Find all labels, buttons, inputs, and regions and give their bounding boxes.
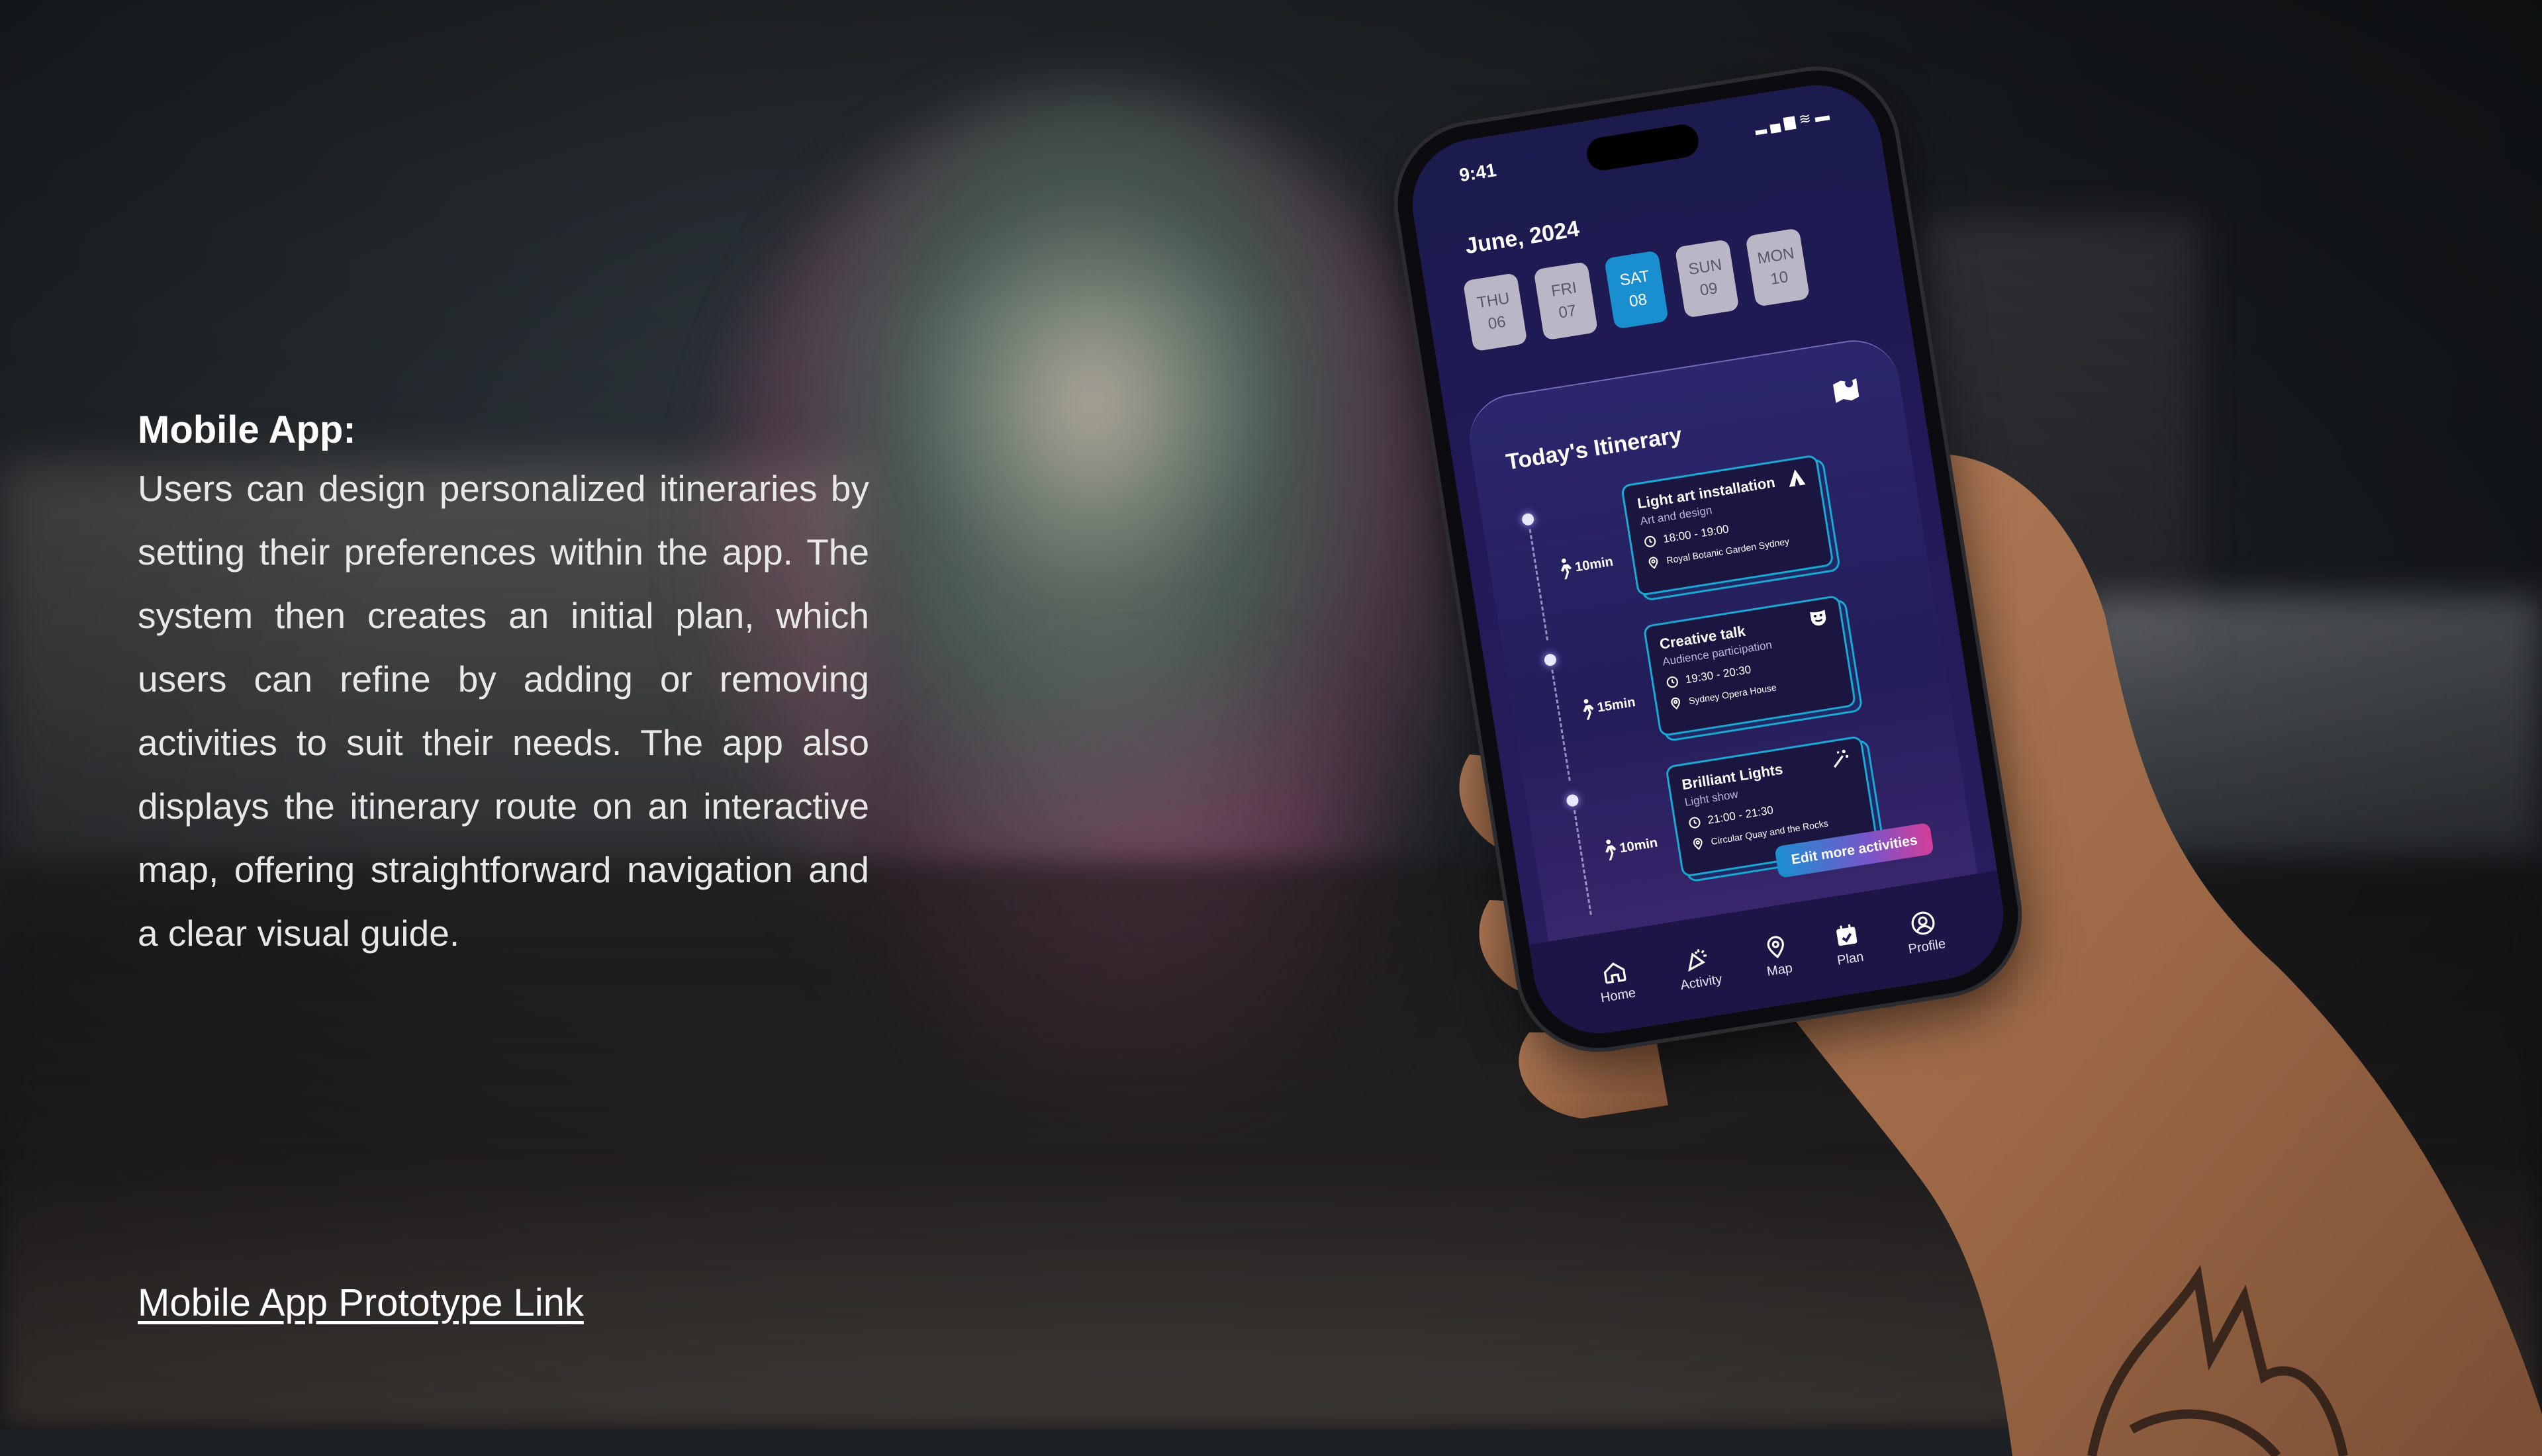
status-time: 9:41 bbox=[1458, 159, 1498, 186]
tab-profile[interactable]: Profile bbox=[1903, 907, 1947, 957]
description-block: Mobile App: Users can design personalize… bbox=[138, 404, 869, 965]
location-pin-icon bbox=[1693, 838, 1703, 850]
walk-duration: 10min bbox=[1599, 831, 1659, 862]
timeline-dash bbox=[1529, 529, 1549, 641]
location-pin-icon bbox=[1671, 697, 1680, 709]
day-sun[interactable]: SUN 09 bbox=[1674, 239, 1740, 318]
walking-icon bbox=[1605, 839, 1617, 861]
day-number: 10 bbox=[1769, 267, 1790, 289]
day-name: SAT bbox=[1618, 267, 1651, 290]
clock-icon bbox=[1689, 817, 1701, 829]
timeline-dot bbox=[1521, 512, 1535, 527]
tent-icon bbox=[1789, 469, 1806, 487]
itinerary-title: Today's Itinerary bbox=[1504, 422, 1684, 475]
section-heading: Mobile App: bbox=[138, 408, 356, 451]
day-sat[interactable]: SAT 08 bbox=[1604, 250, 1669, 330]
location-pin-icon bbox=[1648, 557, 1658, 569]
description-text: Users can design personalized itinerarie… bbox=[138, 468, 869, 954]
map-pin-icon bbox=[1767, 935, 1784, 958]
day-number: 08 bbox=[1628, 290, 1648, 311]
sparkle-wand-icon bbox=[1833, 749, 1849, 768]
dynamic-island bbox=[1584, 122, 1701, 173]
tab-label: Map bbox=[1765, 960, 1794, 979]
tab-activity[interactable]: Activity bbox=[1675, 943, 1723, 993]
day-name: MON bbox=[1756, 244, 1796, 268]
day-number: 07 bbox=[1557, 301, 1578, 322]
day-fri[interactable]: FRI 07 bbox=[1533, 261, 1599, 341]
day-number: 09 bbox=[1698, 279, 1719, 300]
itinerary-panel: Today's Itinerary 10min 15min 10min Ligh… bbox=[1463, 334, 1978, 942]
walk-time: 10min bbox=[1618, 835, 1659, 856]
activity-card[interactable]: Light art installation Art and design 18… bbox=[1620, 454, 1834, 597]
day-name: THU bbox=[1476, 289, 1511, 312]
timeline-dot bbox=[1566, 794, 1579, 807]
tab-plan[interactable]: Plan bbox=[1832, 921, 1865, 968]
prototype-link[interactable]: Mobile App Prototype Link bbox=[138, 1281, 584, 1325]
timeline-dot bbox=[1543, 653, 1558, 667]
tab-map[interactable]: Map bbox=[1761, 932, 1793, 979]
status-icons: ▂▄▆≋▬ bbox=[1754, 106, 1834, 135]
walking-icon bbox=[1583, 699, 1595, 720]
walk-duration: 10min bbox=[1555, 551, 1615, 582]
time-range: 18:00 - 19:00 bbox=[1662, 522, 1730, 546]
tab-label: Activity bbox=[1679, 972, 1723, 993]
timeline-dash bbox=[1573, 809, 1592, 915]
user-circle-icon bbox=[1911, 911, 1935, 934]
signal-icon: ▂▄▆ bbox=[1753, 111, 1801, 135]
activity-card[interactable]: Creative talk Audience participation 19:… bbox=[1642, 594, 1857, 737]
walk-time: 10min bbox=[1574, 554, 1615, 574]
tab-label: Home bbox=[1599, 985, 1637, 1005]
tab-label: Plan bbox=[1836, 949, 1865, 968]
clock-icon bbox=[1644, 535, 1656, 547]
day-mon[interactable]: MON 10 bbox=[1745, 228, 1811, 307]
walk-time: 15min bbox=[1596, 694, 1636, 715]
home-icon bbox=[1603, 962, 1626, 983]
battery-icon: ▬ bbox=[1813, 106, 1835, 126]
map-icon[interactable] bbox=[1828, 373, 1864, 409]
clock-icon bbox=[1666, 676, 1678, 688]
party-popper-icon bbox=[1688, 948, 1707, 972]
tab-label: Profile bbox=[1907, 936, 1947, 957]
month-label: June, 2024 bbox=[1463, 216, 1581, 259]
theater-mask-icon bbox=[1810, 610, 1826, 626]
walking-icon bbox=[1560, 558, 1572, 580]
day-number: 06 bbox=[1486, 312, 1507, 334]
day-name: SUN bbox=[1687, 255, 1724, 279]
timeline-dash bbox=[1551, 669, 1571, 782]
calendar-check-icon bbox=[1836, 923, 1858, 946]
time-range: 19:30 - 20:30 bbox=[1684, 662, 1752, 686]
walk-duration: 15min bbox=[1577, 691, 1637, 722]
time-range: 21:00 - 21:30 bbox=[1707, 803, 1775, 827]
location-name: Sydney Opera House bbox=[1687, 682, 1777, 707]
tab-home[interactable]: Home bbox=[1595, 956, 1637, 1006]
day-thu[interactable]: THU 06 bbox=[1462, 272, 1528, 352]
